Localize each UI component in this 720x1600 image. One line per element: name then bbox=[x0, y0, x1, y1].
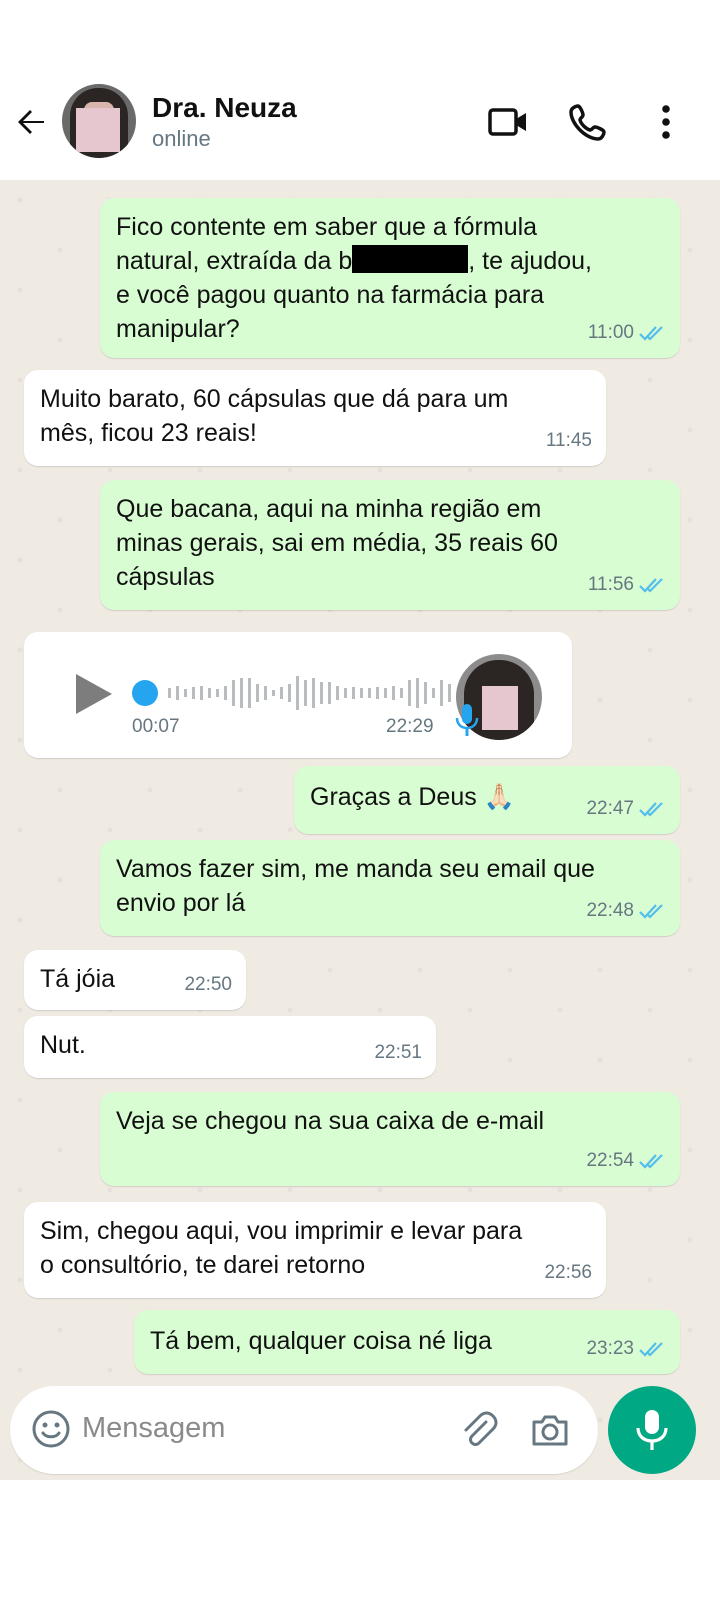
emoji-icon[interactable] bbox=[30, 1408, 72, 1450]
message-time: 22:51 bbox=[374, 1042, 422, 1063]
message-incoming[interactable]: Sim, chegou aqui, vou imprimir e levar p… bbox=[24, 1202, 606, 1298]
message-time: 23:23 bbox=[586, 1338, 634, 1359]
message-time: 22:56 bbox=[544, 1262, 592, 1283]
read-ticks-icon bbox=[639, 904, 663, 919]
chat-area[interactable]: Fico contente em saber que a fórmula nat… bbox=[0, 180, 720, 1480]
message-time: 22:47 bbox=[586, 798, 634, 819]
message-text: Sim, chegou aqui, vou imprimir e levar p… bbox=[40, 1217, 523, 1279]
message-text: Nut. bbox=[40, 1031, 86, 1059]
camera-icon[interactable] bbox=[528, 1408, 572, 1452]
voice-message[interactable]: 00:07 22:29 bbox=[24, 632, 572, 758]
attach-icon[interactable] bbox=[456, 1408, 500, 1452]
read-ticks-icon bbox=[639, 802, 663, 817]
message-time: 22:29 bbox=[386, 716, 434, 737]
message-text: Veja se chegou na sua caixa de e-mail bbox=[116, 1107, 545, 1135]
contact-status: online bbox=[152, 126, 211, 151]
microphone-icon bbox=[454, 702, 480, 738]
message-time: 11:56 bbox=[587, 574, 634, 595]
chat-header: Dra. Neuza online bbox=[0, 80, 720, 180]
message-text: Muito barato, 60 cápsulas que dá para um… bbox=[40, 385, 509, 447]
message-text: Que bacana, aqui na minha região em mina… bbox=[116, 495, 558, 591]
play-icon[interactable] bbox=[72, 670, 116, 718]
redaction-block bbox=[85, 1035, 146, 1055]
voice-call-icon[interactable] bbox=[566, 100, 610, 144]
contact-avatar[interactable] bbox=[62, 84, 136, 158]
read-ticks-icon bbox=[639, 326, 663, 341]
message-time: 11:00 bbox=[587, 322, 634, 343]
message-outgoing[interactable]: Que bacana, aqui na minha região em mina… bbox=[100, 480, 680, 610]
status-bar bbox=[0, 0, 720, 80]
contact-name[interactable]: Dra. Neuza bbox=[152, 92, 297, 124]
navigation-bar bbox=[0, 1480, 720, 1600]
read-ticks-icon bbox=[639, 578, 663, 593]
read-ticks-icon bbox=[639, 1154, 663, 1169]
audio-progress-handle[interactable] bbox=[132, 680, 158, 706]
message-time: 22:50 bbox=[184, 974, 232, 995]
voice-record-button[interactable] bbox=[608, 1386, 696, 1474]
message-time: 11:45 bbox=[545, 430, 592, 451]
message-outgoing[interactable]: Vamos fazer sim, me manda seu email que … bbox=[100, 840, 680, 936]
message-outgoing[interactable]: Fico contente em saber que a fórmula nat… bbox=[100, 198, 680, 358]
message-time: 22:54 bbox=[586, 1150, 634, 1171]
message-outgoing[interactable]: Graças a Deus 🙏🏻 22:47 bbox=[294, 766, 680, 834]
message-incoming[interactable]: Muito barato, 60 cápsulas que dá para um… bbox=[24, 370, 606, 466]
message-text: Vamos fazer sim, me manda seu email que … bbox=[116, 855, 595, 917]
message-outgoing[interactable]: Veja se chegou na sua caixa de e-mail 22… bbox=[100, 1092, 680, 1186]
audio-waveform[interactable] bbox=[162, 674, 462, 712]
audio-duration: 00:07 bbox=[132, 716, 180, 737]
back-arrow-icon[interactable] bbox=[12, 102, 52, 142]
video-call-icon[interactable] bbox=[486, 100, 530, 144]
microphone-icon bbox=[636, 1410, 668, 1450]
message-outgoing[interactable]: Tá bem, qualquer coisa né liga 23:23 bbox=[134, 1310, 680, 1374]
redaction-block bbox=[352, 245, 469, 273]
more-options-icon[interactable] bbox=[648, 100, 692, 144]
message-incoming[interactable]: Tá jóia 22:50 bbox=[24, 950, 246, 1010]
message-input[interactable]: Mensagem bbox=[82, 1412, 225, 1445]
message-incoming[interactable]: Nut. 22:51 bbox=[24, 1016, 436, 1078]
read-ticks-icon bbox=[639, 1342, 663, 1357]
message-time: 22:48 bbox=[586, 900, 634, 921]
message-composer[interactable]: Mensagem bbox=[10, 1386, 598, 1474]
